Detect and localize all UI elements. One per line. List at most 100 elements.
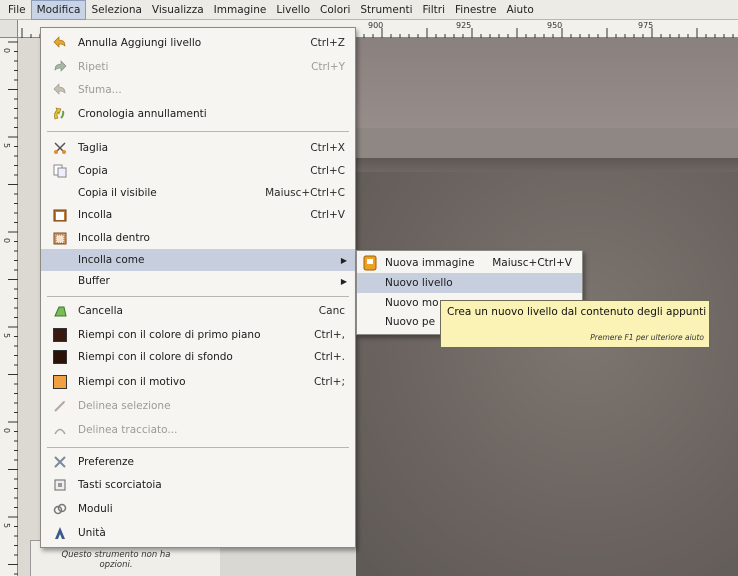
- menu-item-paste-into[interactable]: Incolla dentro: [41, 227, 355, 249]
- menu-seleziona[interactable]: Seleziona: [86, 0, 146, 20]
- menu-item-shortcut: Ctrl+C: [310, 165, 345, 177]
- stroke-selection-icon: [52, 398, 68, 414]
- canvas-floor-region: [356, 172, 738, 576]
- menu-item-shortcut: Ctrl+,: [314, 329, 345, 341]
- ruler-label: 5: [2, 333, 11, 339]
- menu-item-label: Cancella: [78, 305, 123, 317]
- submenu-item-label: Nuovo mo: [385, 297, 439, 309]
- menu-item-paste-as[interactable]: Incolla come ▶: [41, 249, 355, 271]
- menu-item-shortcut: Ctrl+.: [314, 351, 345, 363]
- menu-item-copy[interactable]: Copia Ctrl+C: [41, 160, 355, 182]
- menu-item-redo[interactable]: Ripeti Ctrl+Y: [41, 56, 355, 78]
- ruler-label: 0: [2, 48, 11, 54]
- menu-item-label: Incolla come: [78, 254, 145, 266]
- submenu-item-new-layer[interactable]: Nuovo livello: [357, 273, 582, 293]
- menu-strumenti[interactable]: Strumenti: [355, 0, 417, 20]
- toolbox-strip: [18, 38, 42, 576]
- ruler-label: 5: [2, 523, 11, 529]
- menu-item-label: Buffer: [78, 275, 110, 287]
- tooltip-hint: Premere F1 per ulteriore aiuto: [590, 333, 704, 342]
- menu-item-preferences[interactable]: Preferenze: [41, 451, 355, 473]
- menu-separator: [47, 131, 349, 132]
- history-icon: [52, 106, 68, 122]
- new-image-icon: [363, 255, 377, 274]
- ruler-corner[interactable]: [0, 20, 18, 38]
- menu-visualizza[interactable]: Visualizza: [147, 0, 209, 20]
- paste-icon: [52, 207, 68, 223]
- vertical-ruler[interactable]: 0 5 0 5 0 5: [0, 38, 18, 576]
- menu-item-buffer[interactable]: Buffer ▶: [41, 270, 355, 292]
- menu-item-modules[interactable]: Moduli: [41, 498, 355, 520]
- paste-into-icon: [52, 230, 68, 246]
- menu-item-label: Copia: [78, 165, 108, 177]
- menu-item-clear[interactable]: Cancella Canc: [41, 300, 355, 322]
- menu-item-shortcut: Ctrl+Y: [311, 61, 345, 73]
- menu-item-fade[interactable]: Sfuma...: [41, 79, 355, 101]
- menu-file[interactable]: File: [3, 0, 31, 20]
- menu-item-fill-pattern[interactable]: Riempi con il motivo Ctrl+;: [41, 371, 355, 393]
- menu-item-stroke-path[interactable]: Delinea tracciato...: [41, 419, 355, 441]
- menu-item-label: Delinea selezione: [78, 400, 171, 412]
- stroke-path-icon: [52, 422, 68, 438]
- menu-finestre[interactable]: Finestre: [450, 0, 501, 20]
- menu-aiuto[interactable]: Aiuto: [501, 0, 538, 20]
- menu-item-shortcut: Ctrl+X: [310, 142, 345, 154]
- keyboard-icon: [52, 477, 68, 493]
- menu-item-copy-visible[interactable]: Copia il visibile Maiusc+Ctrl+C: [41, 182, 355, 204]
- tool-options-note: Questo strumento non ha opzioni.: [61, 550, 171, 570]
- vertical-ruler-ticks: [8, 41, 18, 575]
- menu-item-label: Unità: [78, 527, 106, 539]
- redo-icon: [52, 59, 68, 75]
- submenu-item-new-image[interactable]: Nuova immagine Maiusc+Ctrl+V: [357, 253, 582, 273]
- menu-item-stroke-selection[interactable]: Delinea selezione: [41, 395, 355, 417]
- menu-item-label: Preferenze: [78, 456, 135, 468]
- menu-item-label: Annulla Aggiungi livello: [78, 37, 202, 49]
- submenu-item-label: Nuovo pe: [385, 316, 436, 328]
- fg-fill-icon: [52, 327, 68, 343]
- menu-colori[interactable]: Colori: [315, 0, 355, 20]
- submenu-arrow-icon: ▶: [340, 276, 347, 286]
- menu-item-undo-history[interactable]: Cronologia annullamenti: [41, 103, 355, 125]
- menu-immagine[interactable]: Immagine: [209, 0, 272, 20]
- bg-fill-icon: [52, 349, 68, 365]
- menu-filtri[interactable]: Filtri: [418, 0, 450, 20]
- menu-item-undo[interactable]: Annulla Aggiungi livello Ctrl+Z: [41, 32, 355, 54]
- menu-separator: [47, 447, 349, 448]
- menu-item-label: Riempi con il colore di sfondo: [78, 351, 233, 363]
- ruler-label: 900: [368, 21, 384, 30]
- scissors-icon: [52, 140, 68, 156]
- menu-item-label: Riempi con il colore di primo piano: [78, 329, 261, 341]
- menu-separator: [47, 296, 349, 297]
- menu-item-label: Delinea tracciato...: [78, 424, 178, 436]
- menu-item-label: Ripeti: [78, 61, 109, 73]
- menu-item-shortcut: Ctrl+Z: [310, 37, 345, 49]
- menu-item-shortcut: Maiusc+Ctrl+C: [265, 187, 345, 199]
- menu-item-label: Incolla: [78, 209, 113, 221]
- submenu-item-shortcut: Maiusc+Ctrl+V: [492, 257, 572, 269]
- ruler-label: 950: [547, 21, 563, 30]
- menu-item-fill-bg[interactable]: Riempi con il colore di sfondo Ctrl+.: [41, 346, 355, 368]
- menu-item-label: Copia il visibile: [78, 187, 157, 199]
- menu-item-cut[interactable]: Taglia Ctrl+X: [41, 137, 355, 159]
- menu-item-paste[interactable]: Incolla Ctrl+V: [41, 204, 355, 226]
- ruler-label: 0: [2, 428, 11, 434]
- menu-item-fill-fg[interactable]: Riempi con il colore di primo piano Ctrl…: [41, 324, 355, 346]
- menu-item-label: Sfuma...: [78, 84, 122, 96]
- menu-item-keyboard-shortcuts[interactable]: Tasti scorciatoia: [41, 474, 355, 496]
- ruler-label: 925: [456, 21, 472, 30]
- preferences-icon: [52, 454, 68, 470]
- menu-item-label: Riempi con il motivo: [78, 376, 186, 388]
- menu-livello[interactable]: Livello: [271, 0, 315, 20]
- menubar: File Modifica Seleziona Visualizza Immag…: [0, 0, 738, 20]
- menu-item-label: Moduli: [78, 503, 113, 515]
- units-icon: [52, 525, 68, 541]
- modules-icon: [52, 501, 68, 517]
- undo-icon: [52, 35, 68, 51]
- submenu-item-label: Nuova immagine: [385, 257, 475, 269]
- menu-item-units[interactable]: Unità: [41, 522, 355, 544]
- menu-modifica[interactable]: Modifica: [30, 0, 87, 20]
- menu-item-label: Tasti scorciatoia: [78, 479, 162, 491]
- ruler-label: 975: [638, 21, 654, 30]
- canvas-wall-edge: [356, 158, 738, 172]
- clear-icon: [52, 303, 68, 319]
